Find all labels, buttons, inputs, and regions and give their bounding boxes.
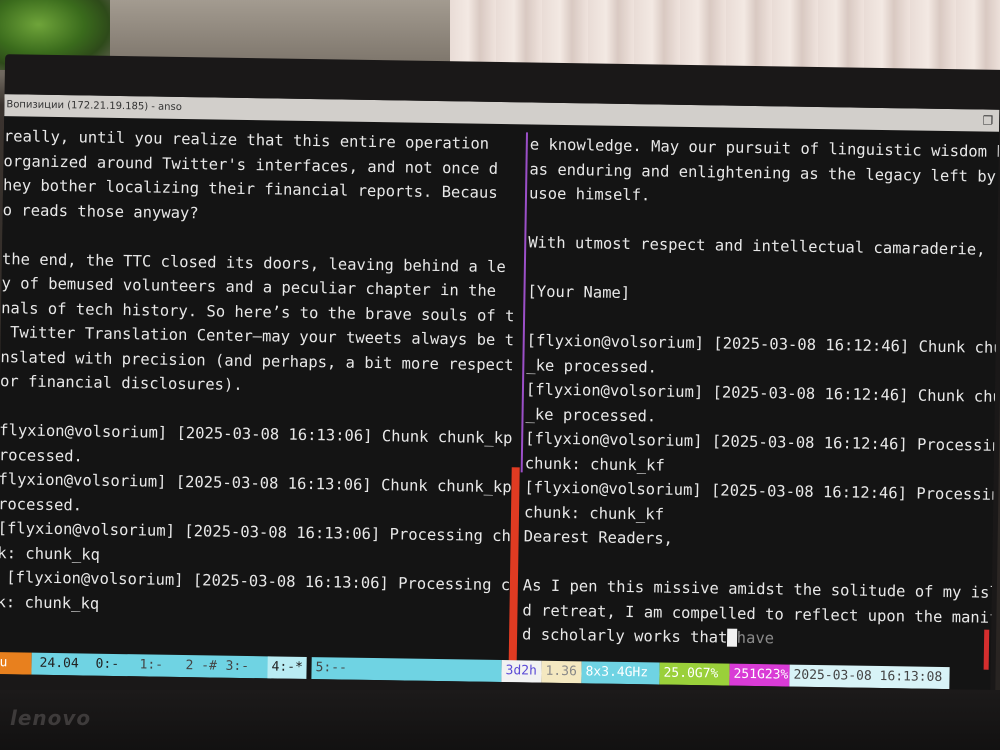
monitor: Вопизиции (172.21.19.185) - anso ❐ reall… bbox=[0, 54, 1000, 720]
window-tab-0[interactable]: 0:- bbox=[91, 654, 123, 676]
scroll-indicator bbox=[983, 629, 990, 670]
text-cursor bbox=[727, 628, 737, 647]
monitor-bezel bbox=[0, 690, 1000, 750]
terminal-pane-right[interactable]: e knowledge. May our pursuit of linguist… bbox=[521, 132, 999, 659]
session-indicator[interactable]: u bbox=[0, 652, 32, 675]
date-time: 2025-03-08 16:13:08 bbox=[789, 664, 950, 690]
window-title: Вопизиции (172.21.19.185) - anso bbox=[6, 99, 182, 113]
monitor-brand-logo: lenovo bbox=[10, 706, 92, 730]
uptime: 3d2h bbox=[501, 660, 542, 683]
window-tab-4-active[interactable]: 4:-* bbox=[267, 656, 308, 679]
distro-version: 24.04 bbox=[39, 655, 79, 672]
typed-text: d scholarly works that bbox=[521, 625, 728, 647]
window-tab-1[interactable]: 1:- bbox=[135, 654, 167, 676]
tmux-status-bar: u 24.04 0:- 1:- 2 -# 3:- 4:-* 5:-- 3d2h … bbox=[0, 652, 991, 690]
restore-icon[interactable]: ❐ bbox=[982, 110, 993, 132]
cpu-info: 8x3.4GHz bbox=[581, 661, 660, 685]
disk-usage: 251G23% bbox=[729, 663, 790, 687]
screen: Вопизиции (172.21.19.185) - anso ❐ reall… bbox=[0, 94, 1000, 690]
autosuggest-text: have bbox=[736, 628, 775, 648]
load-average: 1.36 bbox=[541, 660, 582, 684]
window-tab-5[interactable]: 5:-- bbox=[311, 657, 502, 683]
memory-usage: 25.0G7% bbox=[659, 662, 730, 686]
window-tab-2[interactable]: 2 -# bbox=[181, 655, 221, 678]
terminal-pane-left[interactable]: really, until you realize that this enti… bbox=[0, 124, 524, 652]
window-tab-3[interactable]: 3:- bbox=[221, 656, 253, 678]
